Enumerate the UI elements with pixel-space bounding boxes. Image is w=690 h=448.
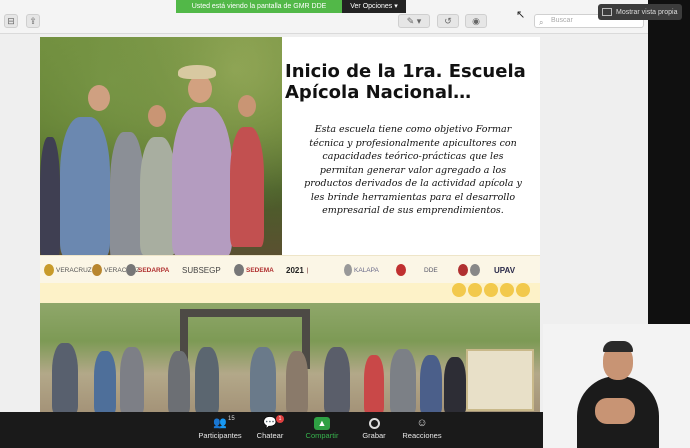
reactions-button[interactable]: ☺ Reacciones bbox=[392, 415, 452, 447]
slide-description: Esta escuela tiene como objetivo Formar … bbox=[304, 124, 522, 216]
show-self-view-button[interactable]: Mostrar vista propia bbox=[598, 4, 682, 20]
record-label: Grabar bbox=[362, 431, 386, 440]
slide-photo-group bbox=[40, 37, 282, 262]
slide-title: Inicio de la 1ra. Escuela Apícola Nacion… bbox=[285, 61, 526, 103]
record-icon bbox=[366, 417, 382, 430]
share-label: Compartir bbox=[305, 431, 339, 440]
chat-label: Chatear bbox=[256, 431, 284, 440]
sponsor-logo-band: VERACRUZ VERACRUZ SEDARPA SUBSEGP SEDEMA… bbox=[40, 255, 540, 283]
participants-count: 15 bbox=[228, 416, 235, 422]
pen-tool-button[interactable]: ✎ ▾ bbox=[398, 14, 430, 28]
slide-photo-crowd bbox=[40, 303, 540, 412]
sedarpa-logo: SEDARPA bbox=[126, 261, 169, 279]
presentation-slide: Inicio de la 1ra. Escuela Apícola Nacion… bbox=[40, 37, 540, 412]
share-screen-icon: ▲ bbox=[314, 417, 330, 430]
share-screen-button[interactable]: ▲ Compartir bbox=[292, 415, 352, 447]
uv-logo bbox=[458, 261, 482, 279]
chat-badge: 1 bbox=[276, 415, 284, 423]
dde-logo: DDE bbox=[424, 266, 438, 274]
side-panel bbox=[648, 0, 690, 324]
veracruz-logo: VERACRUZ bbox=[44, 261, 92, 279]
mouse-cursor-icon: ↖ bbox=[516, 9, 526, 21]
upav-logo: UPAV bbox=[494, 265, 516, 275]
upload-icon[interactable]: ⇪ bbox=[26, 14, 40, 28]
participants-label: Participantes bbox=[198, 431, 242, 440]
sign-language-interpreter-video[interactable] bbox=[543, 324, 690, 448]
sidebar-toggle-icon[interactable]: ⊟ bbox=[4, 14, 18, 28]
reactions-label: Reacciones bbox=[402, 431, 442, 440]
year-2021-logo: 2021 | bbox=[286, 265, 309, 275]
reactions-icon: ☺ bbox=[416, 417, 428, 429]
search-placeholder: Buscar bbox=[551, 17, 573, 24]
view-options-button[interactable]: Ver Opciones ▾ bbox=[342, 0, 406, 13]
meeting-toolbar: 👥 15 Participantes 💬 1 Chatear ▲ Compart… bbox=[0, 412, 543, 448]
camera-icon[interactable]: ◉ bbox=[465, 14, 487, 28]
screen-share-banner: Usted está viendo la pantalla de GMR DDE… bbox=[176, 0, 406, 13]
self-view-label: Mostrar vista propia bbox=[616, 8, 678, 16]
self-view-icon bbox=[602, 8, 612, 16]
search-icon: ⌕ bbox=[539, 18, 544, 27]
zoom-meeting-window: ⊟ ⇪ ✎ ▾ ↺ ◉ ⌕ Buscar ↖ Inicio de la 1ra.… bbox=[0, 0, 690, 448]
share-banner-message: Usted está viendo la pantalla de GMR DDE bbox=[176, 0, 342, 13]
participants-icon: 👥 bbox=[213, 417, 227, 429]
chat-button[interactable]: 💬 1 Chatear bbox=[240, 415, 300, 447]
subsegp-logo: SUBSEGP bbox=[182, 265, 221, 275]
red-emblem-logo bbox=[396, 261, 408, 279]
sedema-logo: SEDEMA bbox=[234, 261, 274, 279]
rotate-icon[interactable]: ↺ bbox=[437, 14, 459, 28]
kalapa-logo: KALAPA bbox=[344, 261, 379, 279]
